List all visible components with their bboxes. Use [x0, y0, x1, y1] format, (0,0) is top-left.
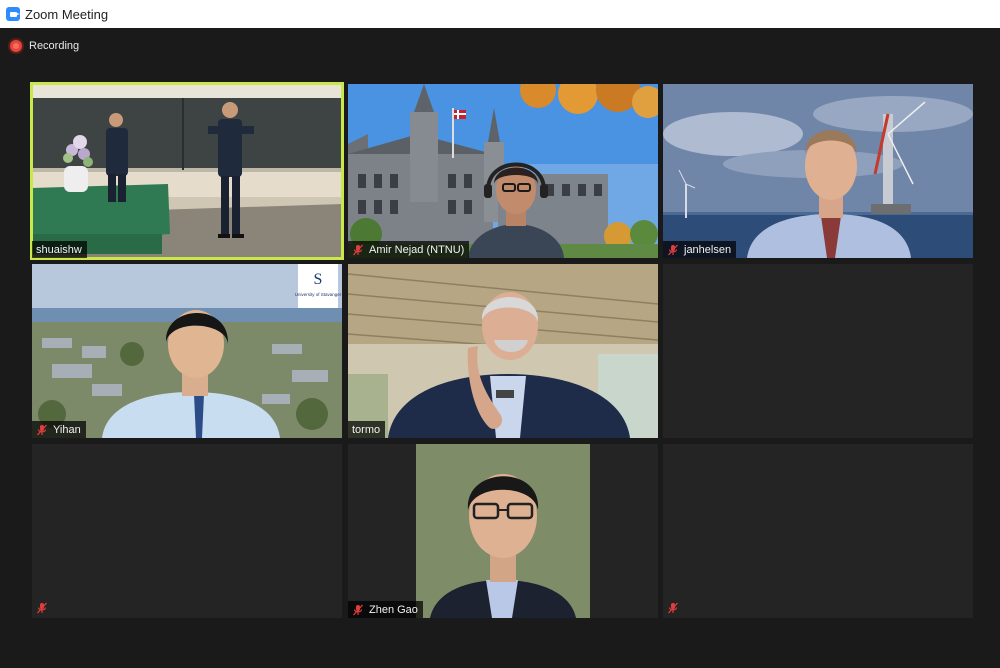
video-tile-zhen-gao[interactable]: Zhen Gao — [348, 444, 658, 618]
video-tile-yihan[interactable]: S University of Stavanger Yihan — [32, 264, 342, 438]
mic-muted-icon — [352, 604, 364, 616]
mic-muted-icon — [36, 602, 48, 614]
participant-name: tormo — [348, 421, 386, 438]
recording-indicator[interactable]: Recording — [10, 40, 79, 52]
recording-label: Recording — [29, 40, 80, 52]
window-title: Zoom Meeting — [25, 6, 109, 22]
video-tile-empty[interactable] — [663, 264, 973, 438]
uis-logo-letter: S — [314, 271, 323, 288]
video-feed — [348, 264, 658, 438]
gallery-view: Recording shuaishw Amir Nejad (NTNU) jan… — [0, 28, 1000, 668]
video-tile-video-off[interactable] — [663, 444, 973, 618]
video-tile-shuaishw[interactable]: shuaishw — [30, 82, 344, 260]
video-tile-tormo[interactable]: tormo — [348, 264, 658, 438]
participant-name: janhelsen — [663, 241, 737, 258]
mic-muted-icon — [36, 424, 48, 436]
video-feed — [348, 444, 658, 618]
participant-name: Yihan — [32, 421, 86, 438]
mic-muted-icon — [352, 244, 364, 256]
title-bar: Zoom Meeting — [0, 0, 1000, 28]
participant-name: Amir Nejad (NTNU) — [348, 241, 470, 258]
video-tile-janhelsen[interactable]: janhelsen — [663, 84, 973, 258]
video-tile-amir-nejad[interactable]: Amir Nejad (NTNU) — [348, 84, 658, 258]
mic-muted-icon — [667, 244, 679, 256]
recording-dot-icon — [10, 40, 22, 52]
mic-muted-icon — [667, 602, 679, 614]
participant-name: shuaishw — [32, 241, 87, 258]
video-feed — [663, 84, 973, 258]
video-tile-video-off[interactable] — [32, 444, 342, 618]
video-feed — [32, 84, 342, 258]
uis-logo-text: University of Stavanger — [295, 292, 342, 297]
zoom-camera-icon — [6, 7, 20, 21]
video-feed: S University of Stavanger — [32, 264, 342, 438]
video-feed — [348, 84, 658, 258]
participant-name: Zhen Gao — [348, 601, 423, 618]
